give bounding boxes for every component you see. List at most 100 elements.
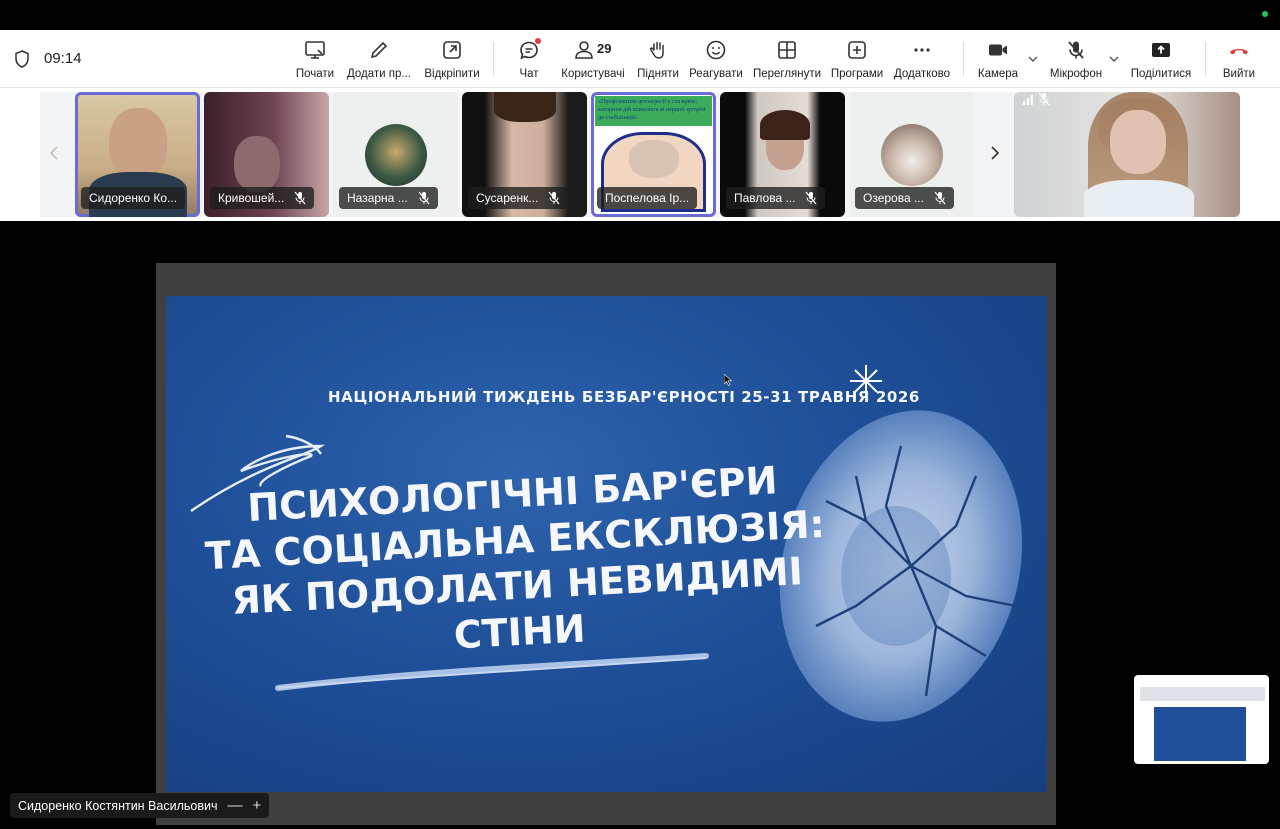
view-label: Переглянути bbox=[752, 68, 822, 80]
participant-count: 29 bbox=[597, 41, 612, 56]
participant-tile[interactable]: Павлова ... bbox=[720, 92, 845, 217]
participant-name-tag: Сусаренк... bbox=[468, 187, 569, 209]
window-top-strip bbox=[0, 0, 1280, 30]
participant-video bbox=[234, 136, 280, 192]
thumbnail-slide bbox=[1154, 707, 1246, 761]
participant-name-tag: Кривошей... bbox=[210, 187, 315, 209]
avatar bbox=[881, 124, 943, 186]
camera-button[interactable]: Камера bbox=[977, 38, 1019, 82]
users-label: Користувачі bbox=[561, 68, 625, 80]
participant-name: Назарна ... bbox=[347, 191, 408, 205]
participant-name-tag: Павлова ... bbox=[726, 187, 826, 209]
participant-video bbox=[109, 108, 167, 180]
participant-name: Сидоренко Ко... bbox=[89, 191, 178, 205]
participant-tile[interactable]: Назарна ... bbox=[333, 92, 458, 217]
upload-arrow-icon bbox=[1152, 43, 1170, 57]
toolbar-divider bbox=[963, 42, 964, 76]
participant-name: Павлова ... bbox=[734, 191, 796, 205]
mic-button[interactable]: Мікрофон bbox=[1049, 38, 1103, 82]
participant-tile[interactable]: Сидоренко Ко... bbox=[75, 92, 200, 217]
leave-button[interactable]: Вийти bbox=[1221, 38, 1257, 82]
signal-bars-icon bbox=[1023, 95, 1033, 105]
plus-square-icon bbox=[848, 41, 866, 59]
meeting-timer: 09:14 bbox=[44, 50, 82, 67]
hand-icon bbox=[649, 41, 664, 59]
participant-tile[interactable]: Озерова ... bbox=[849, 92, 974, 217]
slide-title: ПСИХОЛОГІЧНІ БАР'ЄРИ ТА СОЦІАЛЬНА ЕКСКЛЮ… bbox=[202, 455, 831, 671]
ellipsis-icon bbox=[914, 48, 930, 52]
participant-name: Сусаренк... bbox=[476, 191, 539, 205]
view-button[interactable]: Переглянути bbox=[753, 38, 821, 82]
unpin-label: Відкріпити bbox=[424, 68, 480, 80]
video-camera-icon bbox=[989, 44, 1007, 56]
shared-slide-header: «Профілактика аутоагресії у ста криза: а… bbox=[595, 96, 712, 126]
shield-icon[interactable] bbox=[14, 50, 30, 68]
mic-options-chevron-down-icon[interactable] bbox=[1107, 52, 1121, 66]
pop-out-icon bbox=[443, 41, 461, 59]
leave-label: Вийти bbox=[1222, 68, 1256, 80]
add-button[interactable]: Додати пр... bbox=[346, 38, 412, 82]
phone-hangup-icon bbox=[1230, 49, 1248, 55]
participant-name-tag: Назарна ... bbox=[339, 187, 438, 209]
participant-tile[interactable]: «Профілактика аутоагресії у ста криза: а… bbox=[591, 92, 716, 217]
screen-share-icon bbox=[305, 41, 325, 59]
presentation-slide: НАЦІОНАЛЬНИЙ ТИЖДЕНЬ БЕЗБАР'ЄРНОСТІ 25-3… bbox=[166, 296, 1047, 792]
participant-name-tag: Сидоренко Ко... bbox=[81, 187, 186, 209]
zoom-in-button[interactable]: + bbox=[252, 798, 261, 813]
mic-off-icon bbox=[1038, 92, 1050, 106]
share-button[interactable]: Поділитися bbox=[1130, 38, 1192, 82]
grid-icon bbox=[778, 41, 796, 59]
participant-video bbox=[629, 140, 679, 178]
participant-video bbox=[760, 110, 810, 140]
pencil-icon bbox=[370, 41, 388, 59]
raise-hand-button[interactable]: Підняти bbox=[637, 38, 679, 82]
person-icon bbox=[575, 41, 593, 59]
start-label: Почати bbox=[295, 68, 335, 80]
zoom-out-button[interactable]: — bbox=[227, 798, 242, 813]
self-video-tile[interactable] bbox=[1014, 92, 1240, 217]
recording-indicator bbox=[1262, 11, 1268, 17]
chat-label: Чат bbox=[519, 68, 539, 80]
participant-tile[interactable]: Сусаренк... bbox=[462, 92, 587, 217]
mic-off-icon bbox=[418, 191, 430, 205]
participant-name-tag: Поспелова Ір... bbox=[597, 187, 698, 209]
screen-preview-thumbnail[interactable] bbox=[1134, 675, 1269, 764]
presenter-name: Сидоренко Костянтин Васильович bbox=[18, 798, 218, 813]
raise-label: Підняти bbox=[637, 68, 679, 80]
participant-name: Озерова ... bbox=[863, 191, 924, 205]
mic-off-icon bbox=[294, 191, 306, 205]
toolbar-divider bbox=[1205, 42, 1206, 76]
react-label: Реагувати bbox=[689, 68, 743, 80]
meeting-toolbar: 09:14 Почати Додати пр... Відкріпити Чат… bbox=[0, 30, 1280, 88]
more-button[interactable]: Додатково bbox=[893, 38, 951, 82]
camera-options-chevron-down-icon[interactable] bbox=[1026, 52, 1040, 66]
slide-subtitle: НАЦІОНАЛЬНИЙ ТИЖДЕНЬ БЕЗБАР'ЄРНОСТІ 25-3… bbox=[328, 388, 920, 406]
participant-gallery: Сидоренко Ко... Кривошей... Назарна ... … bbox=[0, 88, 1280, 221]
mic-off-icon bbox=[548, 191, 560, 205]
presenter-name-label: Сидоренко Костянтин Васильович — + bbox=[10, 793, 270, 818]
unpin-button[interactable]: Відкріпити bbox=[424, 38, 480, 82]
mic-off-icon bbox=[1068, 41, 1084, 59]
mic-label: Мікрофон bbox=[1049, 68, 1103, 80]
react-button[interactable]: Реагувати bbox=[689, 38, 743, 82]
participant-video bbox=[1084, 180, 1194, 217]
users-button[interactable]: 29 Користувачі bbox=[561, 38, 625, 82]
smiley-icon bbox=[706, 40, 726, 60]
toolbar-divider bbox=[493, 42, 494, 76]
share-label: Поділитися bbox=[1130, 68, 1192, 80]
more-label: Додатково bbox=[893, 68, 951, 80]
participant-name: Кривошей... bbox=[218, 191, 285, 205]
gallery-prev-chevron-left-icon[interactable] bbox=[47, 143, 61, 163]
thumbnail-gallery-strip bbox=[1140, 687, 1265, 701]
apps-label: Програми bbox=[830, 68, 884, 80]
chat-button[interactable]: Чат bbox=[516, 38, 542, 82]
mic-off-icon bbox=[934, 191, 946, 205]
apps-button[interactable]: Програми bbox=[830, 38, 884, 82]
start-button[interactable]: Почати bbox=[294, 38, 336, 82]
gallery-next-chevron-right-icon[interactable] bbox=[988, 143, 1002, 163]
camera-label: Камера bbox=[977, 68, 1019, 80]
chat-unread-dot bbox=[535, 38, 541, 44]
participant-video bbox=[494, 92, 556, 122]
mouse-cursor-icon bbox=[724, 374, 732, 386]
participant-tile[interactable]: Кривошей... bbox=[204, 92, 329, 217]
